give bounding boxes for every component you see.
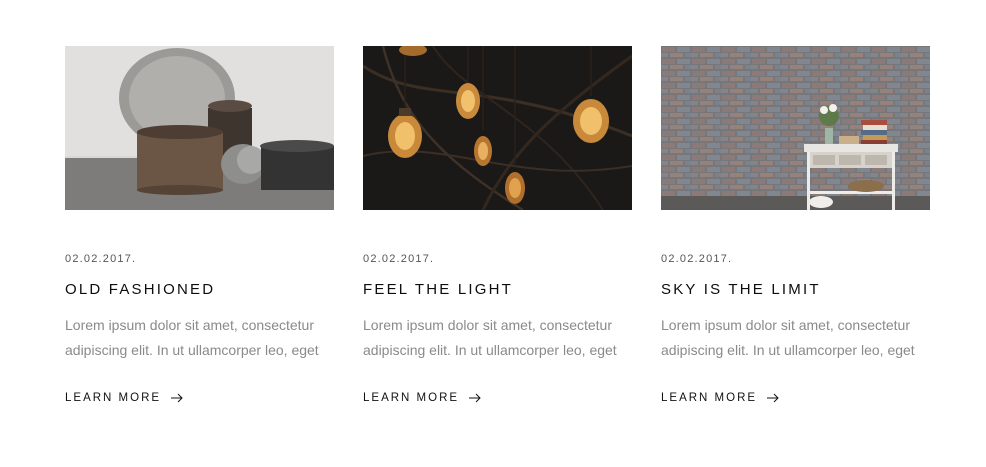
blog-card-feel-the-light: 02.02.2017. FEEL THE LIGHT Lorem ipsum d…: [363, 46, 632, 406]
post-image-brick-wall-shelf[interactable]: [661, 46, 930, 210]
blog-card-old-fashioned: 02.02.2017. OLD FASHIONED Lorem ipsum do…: [65, 46, 334, 406]
post-excerpt: Lorem ipsum dolor sit amet, consectetur …: [65, 313, 334, 363]
post-excerpt-line-2: adipiscing elit. In ut ullamcorper leo, …: [661, 342, 915, 358]
post-excerpt: Lorem ipsum dolor sit amet, consectetur …: [661, 313, 930, 363]
learn-more-label: LEARN MORE: [65, 392, 162, 404]
post-image-light-bulbs[interactable]: [363, 46, 632, 210]
blog-card-sky-is-the-limit: 02.02.2017. SKY IS THE LIMIT Lorem ipsum…: [661, 46, 930, 406]
post-excerpt-line-1: Lorem ipsum dolor sit amet, consectetur: [661, 317, 910, 333]
learn-more-link[interactable]: LEARN MORE: [65, 391, 183, 405]
blog-post-grid: 02.02.2017. OLD FASHIONED Lorem ipsum do…: [65, 46, 930, 406]
post-title[interactable]: SKY IS THE LIMIT: [661, 281, 930, 299]
post-excerpt-line-1: Lorem ipsum dolor sit amet, consectetur: [363, 317, 612, 333]
arrow-right-icon: [171, 393, 183, 403]
learn-more-link[interactable]: LEARN MORE: [661, 391, 779, 405]
post-excerpt-line-2: adipiscing elit. In ut ullamcorper leo, …: [65, 342, 319, 358]
post-image-ceramic-bowls[interactable]: [65, 46, 334, 210]
post-title[interactable]: OLD FASHIONED: [65, 281, 334, 299]
learn-more-link[interactable]: LEARN MORE: [363, 391, 481, 405]
learn-more-label: LEARN MORE: [661, 392, 758, 404]
post-date: 02.02.2017.: [65, 253, 137, 265]
post-title[interactable]: FEEL THE LIGHT: [363, 281, 632, 299]
post-date: 02.02.2017.: [661, 253, 733, 265]
post-excerpt-line-1: Lorem ipsum dolor sit amet, consectetur: [65, 317, 314, 333]
post-date: 02.02.2017.: [363, 253, 435, 265]
learn-more-label: LEARN MORE: [363, 392, 460, 404]
arrow-right-icon: [469, 393, 481, 403]
post-excerpt: Lorem ipsum dolor sit amet, consectetur …: [363, 313, 632, 363]
arrow-right-icon: [767, 393, 779, 403]
post-excerpt-line-2: adipiscing elit. In ut ullamcorper leo, …: [363, 342, 617, 358]
